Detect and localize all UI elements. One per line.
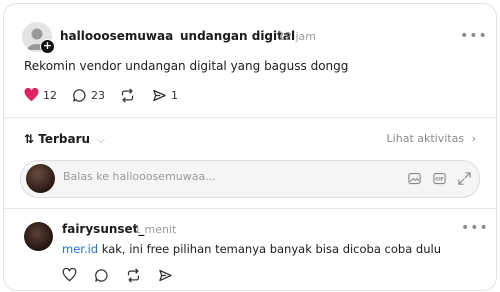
share-button[interactable]: 1 bbox=[152, 86, 178, 104]
reply-share-button[interactable] bbox=[158, 266, 173, 284]
reply-more-options-icon[interactable]: ••• bbox=[461, 220, 489, 236]
reply-button[interactable]: 23 bbox=[72, 86, 105, 104]
chevron-right-icon: › bbox=[471, 132, 476, 145]
more-options-icon[interactable]: ••• bbox=[460, 28, 488, 44]
divider bbox=[4, 117, 496, 118]
reply-repost-button[interactable] bbox=[126, 266, 141, 284]
repost-icon bbox=[121, 88, 134, 102]
reply-text-content: kak, ini free pilihan temanya banyak bis… bbox=[98, 242, 441, 256]
post-text: Rekomin vendor undangan digital yang bag… bbox=[24, 59, 349, 73]
share-count: 1 bbox=[171, 88, 178, 102]
send-icon bbox=[159, 269, 172, 281]
chevron-right-icon: › bbox=[167, 29, 172, 43]
sort-label: Terbaru bbox=[38, 132, 91, 146]
view-activity-link[interactable]: Lihat aktivitas › bbox=[387, 132, 476, 145]
reply-timestamp: 1 menit bbox=[134, 223, 177, 236]
gif-icon[interactable]: GIF bbox=[432, 171, 447, 186]
repost-icon bbox=[127, 268, 140, 282]
like-count: 12 bbox=[43, 88, 57, 102]
author-username[interactable]: hallooosemuwaa bbox=[60, 29, 173, 43]
like-button[interactable]: 12 bbox=[24, 86, 57, 104]
view-activity-label: Lihat aktivitas bbox=[386, 132, 465, 145]
reply-author-avatar[interactable] bbox=[24, 222, 53, 251]
comment-icon bbox=[95, 268, 108, 282]
reply-count: 23 bbox=[91, 88, 105, 102]
post-timestamp: 12 jam bbox=[278, 30, 317, 43]
sort-arrows-icon: ⇅ bbox=[24, 132, 35, 146]
mention-link[interactable]: mer.id bbox=[62, 242, 98, 256]
chevron-down-icon: ⌵ bbox=[97, 135, 105, 146]
reply-comment-button[interactable] bbox=[94, 266, 109, 284]
repost-button[interactable] bbox=[120, 86, 135, 104]
expand-icon[interactable] bbox=[457, 171, 472, 186]
follow-plus-icon[interactable]: + bbox=[40, 39, 55, 54]
image-icon[interactable] bbox=[407, 171, 422, 186]
reply-composer: GIF bbox=[20, 160, 480, 198]
current-user-avatar bbox=[26, 164, 55, 193]
reply-input[interactable] bbox=[63, 170, 343, 183]
heart-filled-icon bbox=[24, 88, 39, 102]
sort-dropdown[interactable]: ⇅ Terbaru ⌵ bbox=[24, 132, 105, 146]
divider bbox=[4, 208, 496, 209]
reply-author-username[interactable]: fairysunset_ bbox=[62, 222, 144, 236]
heart-icon bbox=[62, 268, 77, 282]
send-icon bbox=[153, 89, 166, 101]
svg-text:GIF: GIF bbox=[435, 177, 444, 183]
reply-text: mer.id kak, ini free pilihan temanya ban… bbox=[62, 242, 441, 256]
comment-icon bbox=[73, 88, 86, 102]
post-header: + hallooosemuwaa › undangan digital 12 j… bbox=[22, 20, 492, 54]
thread-card: + hallooosemuwaa › undangan digital 12 j… bbox=[3, 3, 497, 291]
reply-like-button[interactable] bbox=[62, 266, 77, 284]
